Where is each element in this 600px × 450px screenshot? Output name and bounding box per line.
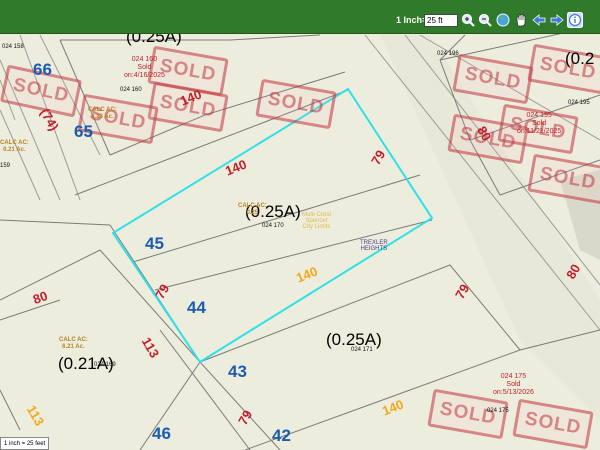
subdivision-label: TREXLER HEIGHTS (360, 240, 388, 252)
sold-note: 024 195 Sold on:11/21/2025 (517, 112, 562, 135)
back-arrow-icon[interactable] (532, 13, 546, 27)
zoom-out-icon[interactable] (478, 13, 492, 27)
lot-number: 65 (74, 122, 93, 141)
parcel-id: 024 175 (487, 408, 509, 414)
parcel-id: 024 171 (351, 347, 373, 353)
parcel-id: 024 158 (2, 44, 24, 50)
parcel-id: 159 (0, 163, 11, 169)
forward-arrow-icon[interactable] (550, 13, 564, 27)
sold-note: 024 175 Sold on:5/13/2026 (493, 373, 534, 396)
scale-input[interactable] (424, 14, 458, 27)
calc-acreage-note: CALC AC: 0.21 Ac. (0, 140, 29, 153)
globe-icon[interactable] (496, 13, 510, 27)
lot-number: 42 (272, 426, 291, 445)
parcel-id: 024 169 (94, 362, 116, 368)
sold-note: 024 160 Sold on:4/16/2025 (124, 56, 165, 79)
info-icon[interactable] (567, 12, 583, 28)
parcel-id: 024 160 (120, 87, 142, 93)
lot-number: 66 (33, 60, 52, 79)
lot-number: 46 (152, 424, 171, 443)
parcel-id: 024 170 (262, 223, 284, 229)
city-limits-label: Mule Crest Spencer City Limits (302, 212, 332, 230)
calc-acreage-note: CALC AC: 6.21 Ac. (59, 337, 88, 350)
pan-hand-icon[interactable] (514, 13, 528, 27)
parcel-id: 024 196 (437, 51, 459, 57)
parcel-id: 024 195 (568, 100, 590, 106)
lot-number: 44 (187, 298, 206, 317)
lot-number: 43 (228, 362, 247, 381)
zoom-in-icon[interactable] (461, 13, 475, 27)
map-toolbar: 1 Inch= (0, 0, 600, 34)
scale-label: 1 Inch= (396, 15, 428, 25)
parcel-map[interactable]: SOLD SOLD SOLD SOLD SOLD SOLD SOLD SOLD … (0, 0, 600, 450)
calc-acreage-note: CALC AC: 0.25 (238, 203, 267, 216)
scale-note: 1 inch = 25 feet (0, 437, 50, 450)
lot-number: 45 (145, 234, 164, 253)
acreage-label: (0.2 (565, 49, 595, 68)
calc-acreage-note: CALC AC: 0.23 Ac. (88, 107, 117, 120)
